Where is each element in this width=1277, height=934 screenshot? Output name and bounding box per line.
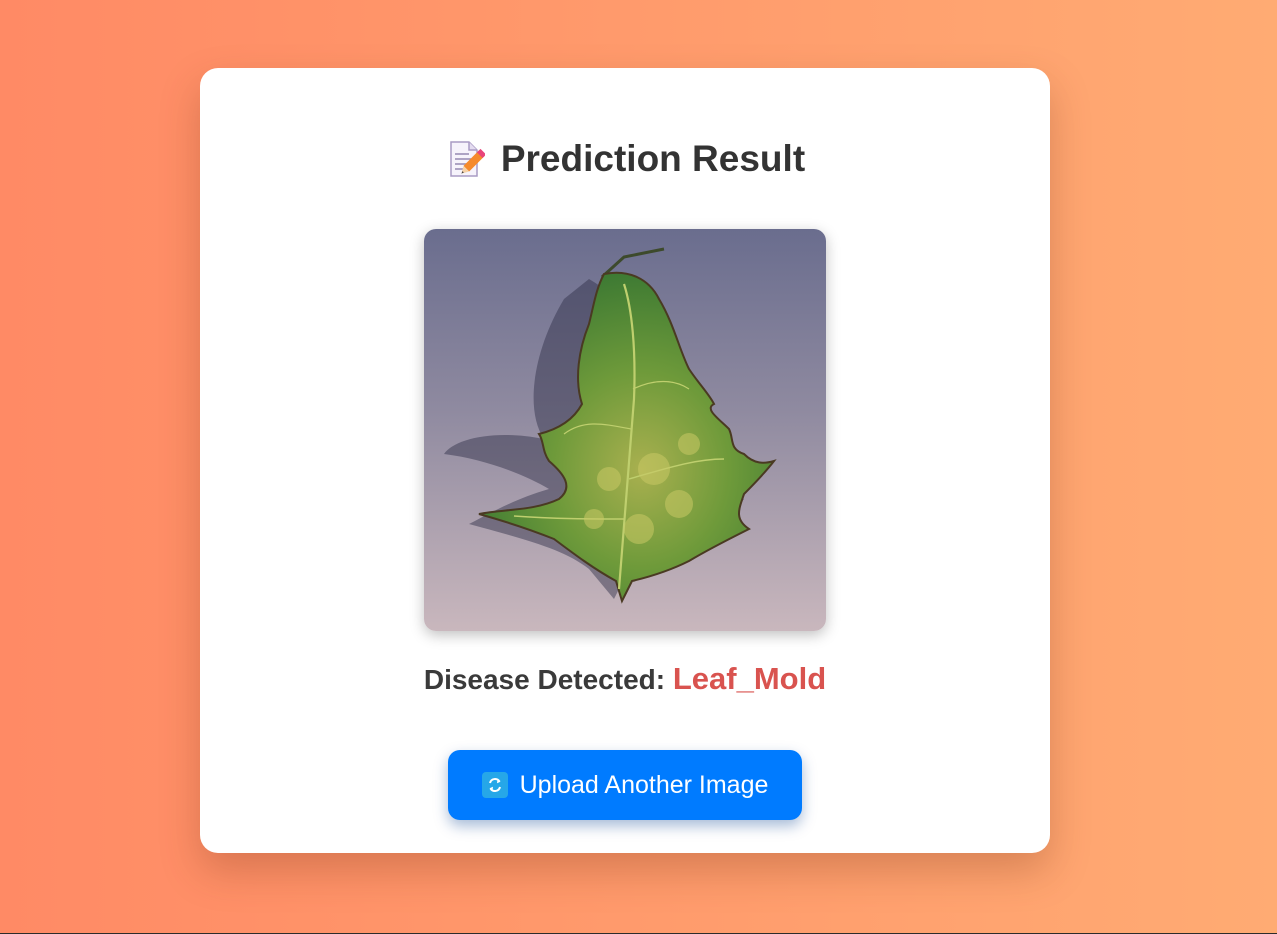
uploaded-leaf-image <box>424 229 826 631</box>
result-card: Prediction Result Disease Detected: Leaf… <box>200 68 1050 853</box>
upload-another-image-button[interactable]: Upload Another Image <box>448 750 802 820</box>
page-title: Prediction Result <box>200 136 1050 190</box>
refresh-icon <box>481 772 508 798</box>
upload-button-label: Upload Another Image <box>519 770 769 799</box>
disease-label: Disease Detected: <box>423 664 666 695</box>
page-title-text: Prediction Result <box>500 138 806 179</box>
disease-value: Leaf_Mold <box>672 661 827 696</box>
prediction-result: Disease Detected: Leaf_Mold <box>200 660 1050 699</box>
memo-icon <box>445 139 487 179</box>
